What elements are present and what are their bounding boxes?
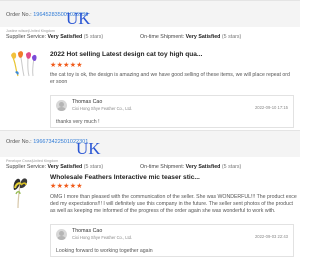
order-number-label: Order No.: (6, 139, 32, 145)
buyer-location: Justine wilson|United Kingdom (6, 29, 55, 33)
order-header: Order No.: 196452835001026936 UK (0, 0, 300, 27)
avatar (56, 229, 67, 240)
seller-reply: Thomas Cao Cixi Hong Shye Feather Co., L… (50, 95, 294, 128)
review-line: ded my expectations!!! I will definitely… (50, 201, 293, 207)
shipment-rating: On-time Shipment: Very Satisfied (5 star… (140, 164, 241, 170)
product-thumbnail[interactable] (6, 174, 40, 210)
shipment-rating: On-time Shipment: Very Satisfied (5 star… (140, 34, 241, 40)
shipment-stars: (5 stars) (221, 34, 242, 40)
shipment-label: On-time Shipment: (140, 164, 185, 170)
product-title-link[interactable]: Wholesale Feathers Interactive mic tease… (50, 174, 200, 181)
shipment-stars: (5 stars) (221, 164, 242, 170)
supplier-service-label: Supplier Service: (6, 34, 47, 40)
shipment-label: On-time Shipment: (140, 34, 185, 40)
supplier-service-value: Very Satisfied (47, 34, 83, 40)
reply-author: Thomas Cao (72, 228, 103, 234)
review-line: as well as keeping me informed of the pr… (50, 208, 276, 214)
supplier-service-rating: Supplier Service: Very Satisfied (5 star… (6, 34, 103, 40)
review-text: the cat toy is ok, the design is amazing… (50, 72, 290, 85)
supplier-service-value: Very Satisfied (47, 164, 83, 170)
review-line: OMG I more than pleased with the communi… (50, 194, 297, 200)
reply-date: 2022-09-03 22:43 (254, 234, 288, 239)
supplier-service-stars: (5 stars) (83, 164, 104, 170)
reply-company: Cixi Hong Shye Feather Co., Ltd. (72, 235, 133, 240)
reply-date: 2022-09-10 17:15 (254, 105, 288, 110)
product-title-link[interactable]: 2022 Hot selling Latest design cat toy h… (50, 51, 202, 58)
reply-author: Thomas Cao (72, 99, 103, 105)
supplier-service-rating: Supplier Service: Very Satisfied (5 star… (6, 164, 103, 170)
uk-marker: UK (76, 139, 101, 158)
uk-marker: UK (66, 9, 91, 28)
supplier-service-label: Supplier Service: (6, 164, 47, 170)
review-text: OMG I more than pleased with the communi… (50, 194, 297, 215)
feather-teaser-image (6, 174, 40, 210)
rating-stars: ★★★★★ (50, 62, 83, 69)
order-header: Order No.: 196673422501022301 (0, 130, 300, 157)
feather-toy-image (6, 48, 40, 82)
rating-stars: ★★★★★ (50, 183, 83, 190)
supplier-service-stars: (5 stars) (83, 34, 104, 40)
product-thumbnail[interactable] (6, 48, 40, 82)
buyer-location: Penelope Cross|United Kingdom (6, 159, 59, 163)
avatar (56, 100, 67, 111)
shipment-value: Very Satisfied (185, 34, 221, 40)
reply-company: Cixi Hong Shye Feather Co., Ltd. (72, 106, 133, 111)
shipment-value: Very Satisfied (185, 164, 221, 170)
order-card: Order No.: 196452835001026936 UK Justine… (0, 0, 300, 130)
seller-reply: Thomas Cao Cixi Hong Shye Feather Co., L… (50, 224, 294, 257)
order-card: Order No.: 196673422501022301 Penelope C… (0, 130, 300, 259)
reply-text: Looking forward to working together agai… (56, 248, 153, 254)
reply-text: thanks very much ! (56, 119, 100, 125)
order-number-label: Order No.: (6, 12, 32, 18)
